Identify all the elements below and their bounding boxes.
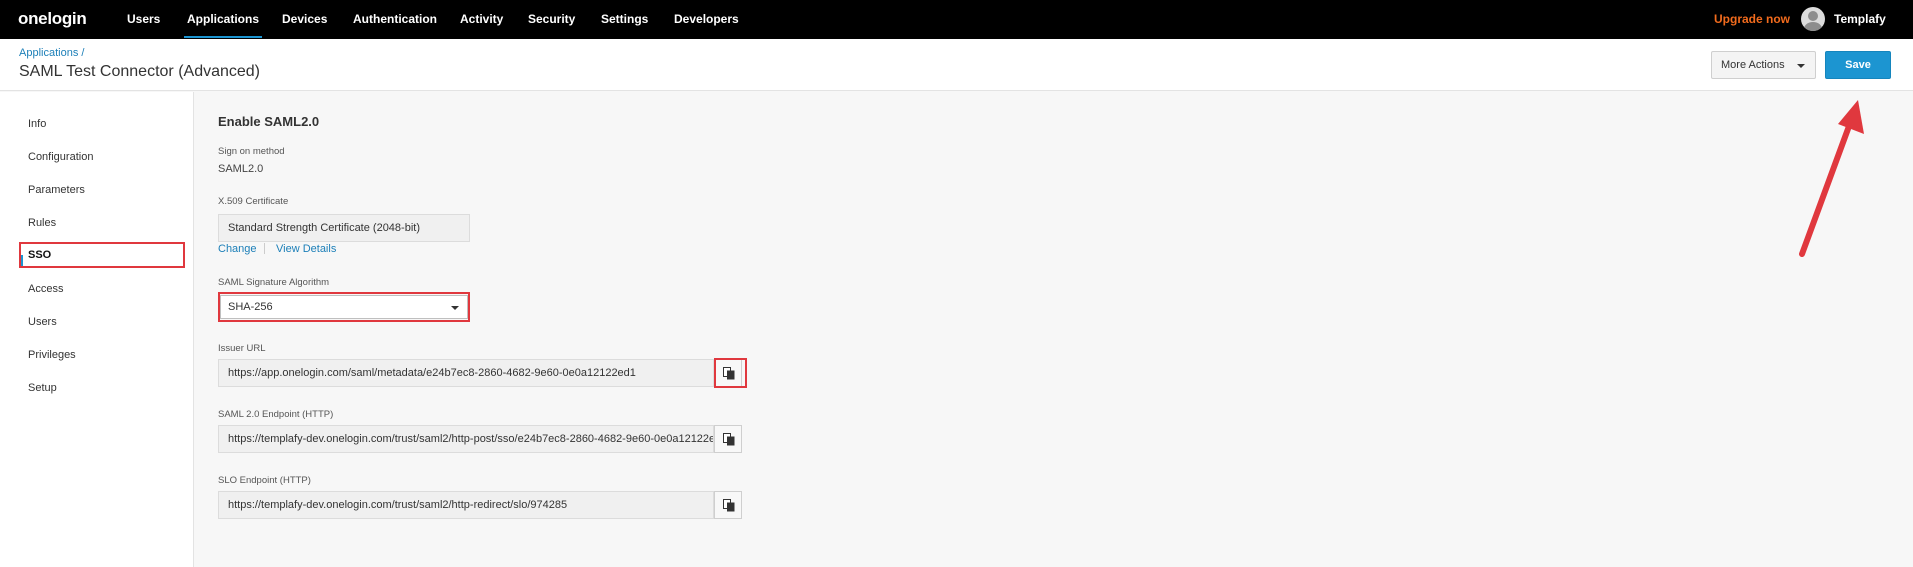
sign-on-method-value: SAML2.0 bbox=[218, 163, 264, 175]
sidebar-item-parameters[interactable]: Parameters bbox=[28, 184, 85, 196]
page-title: SAML Test Connector (Advanced) bbox=[19, 63, 261, 80]
nav-security[interactable]: Security bbox=[528, 0, 575, 39]
nav-users[interactable]: Users bbox=[127, 0, 160, 39]
nav-developers[interactable]: Developers bbox=[674, 0, 739, 39]
avatar-body bbox=[1804, 22, 1822, 31]
breadcrumb[interactable]: Applications / bbox=[19, 47, 84, 59]
chevron-down-icon bbox=[1797, 64, 1805, 68]
copy-icon bbox=[723, 367, 735, 380]
sidebar-active-indicator bbox=[20, 255, 23, 268]
saml-endpoint-field[interactable]: https://templafy-dev.onelogin.com/trust/… bbox=[218, 425, 714, 453]
onelogin-logo[interactable]: onelogin bbox=[18, 9, 87, 29]
sidebar-item-info[interactable]: Info bbox=[28, 118, 46, 130]
avatar[interactable] bbox=[1801, 7, 1825, 31]
sidebar-item-users[interactable]: Users bbox=[28, 316, 57, 328]
sidebar-item-sso[interactable]: SSO bbox=[28, 249, 51, 261]
avatar-head bbox=[1808, 11, 1818, 21]
copy-slo-endpoint-button[interactable] bbox=[714, 491, 742, 519]
sidebar-item-rules[interactable]: Rules bbox=[28, 217, 56, 229]
slo-endpoint-field[interactable]: https://templafy-dev.onelogin.com/trust/… bbox=[218, 491, 714, 519]
nav-devices[interactable]: Devices bbox=[282, 0, 327, 39]
more-actions-button[interactable]: More Actions bbox=[1711, 51, 1816, 79]
upgrade-now-link[interactable]: Upgrade now bbox=[1714, 0, 1790, 39]
copy-icon bbox=[723, 499, 735, 512]
certificate-view-details-link[interactable]: View Details bbox=[276, 243, 336, 255]
sidebar: Info Configuration Parameters Rules SSO … bbox=[0, 92, 194, 567]
certificate-field: Standard Strength Certificate (2048-bit) bbox=[218, 214, 470, 242]
annotation-arrow-icon bbox=[1799, 100, 1864, 257]
copy-issuer-url-button[interactable] bbox=[714, 359, 742, 387]
slo-endpoint-label: SLO Endpoint (HTTP) bbox=[218, 475, 311, 486]
page-header: Applications / SAML Test Connector (Adva… bbox=[0, 39, 1913, 91]
sign-on-method-label: Sign on method bbox=[218, 146, 285, 157]
signature-algorithm-label: SAML Signature Algorithm bbox=[218, 277, 330, 288]
sidebar-item-access[interactable]: Access bbox=[28, 283, 63, 295]
section-title: Enable SAML2.0 bbox=[218, 114, 320, 129]
certificate-change-link[interactable]: Change bbox=[218, 243, 257, 255]
nav-applications[interactable]: Applications bbox=[183, 0, 263, 39]
signature-algorithm-select[interactable]: SHA-256 bbox=[220, 295, 468, 319]
copy-icon bbox=[723, 433, 735, 446]
certificate-label: X.509 Certificate bbox=[218, 196, 289, 207]
issuer-url-field[interactable]: https://app.onelogin.com/saml/metadata/e… bbox=[218, 359, 714, 387]
saml-endpoint-label: SAML 2.0 Endpoint (HTTP) bbox=[218, 409, 334, 420]
signature-algorithm-value: SHA-256 bbox=[228, 301, 273, 313]
nav-activity[interactable]: Activity bbox=[460, 0, 503, 39]
link-divider bbox=[264, 243, 265, 254]
chevron-down-icon bbox=[451, 306, 459, 310]
nav-settings[interactable]: Settings bbox=[601, 0, 648, 39]
nav-authentication[interactable]: Authentication bbox=[353, 0, 437, 39]
sidebar-item-configuration[interactable]: Configuration bbox=[28, 151, 93, 163]
more-actions-label: More Actions bbox=[1721, 59, 1785, 71]
save-button[interactable]: Save bbox=[1825, 51, 1891, 79]
top-navbar: onelogin Users Applications Devices Auth… bbox=[0, 0, 1913, 39]
issuer-url-label: Issuer URL bbox=[218, 343, 266, 354]
user-name[interactable]: Templafy bbox=[1834, 0, 1886, 39]
copy-saml-endpoint-button[interactable] bbox=[714, 425, 742, 453]
sidebar-item-setup[interactable]: Setup bbox=[28, 382, 57, 394]
sidebar-item-privileges[interactable]: Privileges bbox=[28, 349, 76, 361]
